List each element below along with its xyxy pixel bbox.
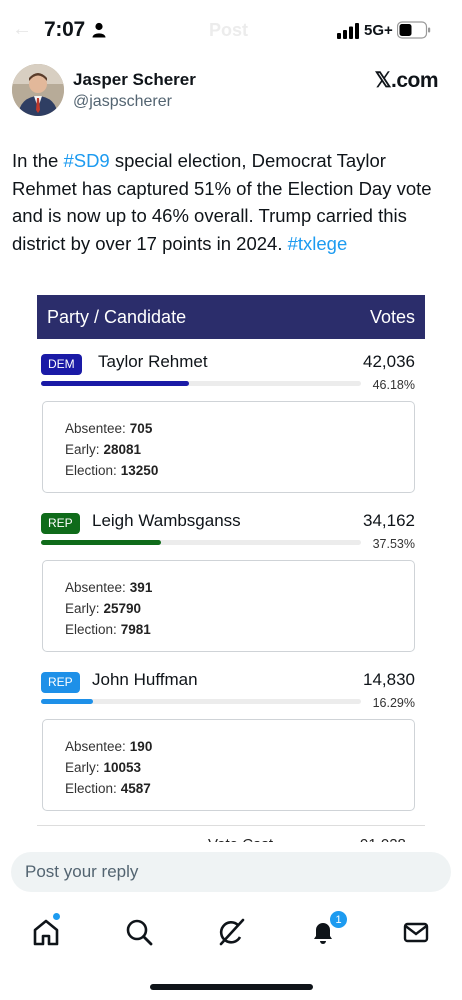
early-row: Early: 25790 (65, 598, 414, 619)
early-value: 25790 (103, 601, 142, 616)
signal-icon (337, 23, 359, 39)
header-party-candidate: Party / Candidate (47, 306, 187, 327)
election-results-card[interactable]: Party / Candidate Votes DEM Taylor Rehme… (37, 295, 425, 826)
election-value: 13250 (120, 463, 159, 478)
election-value: 4587 (120, 781, 151, 796)
candidate-row: REP Leigh Wambsganss 34,162 37.53% (37, 507, 425, 555)
home-unread-dot (53, 913, 60, 920)
home-indicator[interactable] (150, 984, 313, 990)
party-badge: DEM (41, 354, 82, 375)
network-type: 5G+ (364, 22, 393, 39)
avatar-image (12, 64, 64, 116)
absentee-label: Absentee: (65, 739, 126, 754)
author-handle[interactable]: @jaspscherer (73, 93, 172, 111)
election-row: Election: 13250 (65, 460, 414, 481)
search-icon[interactable] (124, 917, 154, 947)
x-com-link[interactable]: 𝕏.com (375, 68, 439, 93)
absentee-value: 190 (129, 739, 153, 754)
absentee-value: 705 (129, 421, 153, 436)
early-row: Early: 28081 (65, 439, 414, 460)
vote-breakdown: Absentee: 705 Early: 28081 Election: 13250 (42, 401, 415, 493)
absentee-row: Absentee: 705 (65, 418, 414, 439)
notification-count-badge: 1 (329, 910, 348, 929)
grok-icon[interactable] (216, 917, 246, 947)
author-avatar[interactable] (12, 64, 64, 116)
status-time: 7:07 (44, 18, 85, 41)
reply-bar: Post your reply (0, 842, 462, 902)
vote-share-fill (41, 699, 94, 704)
absentee-row: Absentee: 391 (65, 577, 414, 598)
results-divider (37, 825, 425, 826)
hashtag-link-txlege[interactable]: #txlege (288, 233, 348, 254)
early-label: Early: (65, 442, 100, 457)
party-badge: REP (41, 513, 80, 534)
header-votes: Votes (369, 306, 415, 327)
home-icon[interactable] (31, 917, 61, 947)
candidate-percent: 37.53% (372, 537, 415, 551)
person-icon (92, 22, 106, 38)
party-badge: REP (41, 672, 80, 693)
election-label: Election: (65, 622, 117, 637)
early-value: 10053 (103, 760, 142, 775)
candidate-percent: 46.18% (372, 378, 415, 392)
candidate-row: REP John Huffman 14,830 16.29% (37, 666, 425, 714)
status-bar: ← 7:07 Post 5G+ (0, 0, 462, 62)
reply-input[interactable]: Post your reply (11, 852, 451, 892)
candidate-percent: 16.29% (372, 696, 415, 710)
candidate-name: Taylor Rehmet (98, 352, 208, 371)
vote-share-bar (41, 699, 361, 704)
absentee-label: Absentee: (65, 580, 126, 595)
author-name[interactable]: Jasper Scherer (73, 70, 196, 90)
election-label: Election: (65, 781, 117, 796)
election-label: Election: (65, 463, 117, 478)
election-row: Election: 4587 (65, 778, 414, 799)
early-row: Early: 10053 (65, 757, 414, 778)
early-label: Early: (65, 760, 100, 775)
vote-share-bar (41, 381, 361, 386)
candidate-votes: 42,036 (363, 352, 415, 371)
candidate-name: John Huffman (92, 670, 198, 689)
back-arrow-icon[interactable]: ← (12, 18, 32, 41)
early-value: 28081 (103, 442, 142, 457)
hashtag-link-sd9[interactable]: #SD9 (63, 150, 109, 171)
absentee-value: 391 (129, 580, 153, 595)
tweet-text-part: In the (12, 150, 64, 171)
bottom-nav (0, 902, 462, 962)
tweet-text: In the #SD9 special election, Democrat T… (12, 147, 454, 257)
header-title: Post (209, 20, 249, 40)
vote-breakdown: Absentee: 190 Early: 10053 Election: 4587 (42, 719, 415, 811)
candidate-votes: 14,830 (363, 670, 415, 689)
candidate-name: Leigh Wambsganss (92, 511, 241, 530)
messages-icon[interactable] (401, 917, 431, 947)
election-row: Election: 7981 (65, 619, 414, 640)
vote-share-fill (41, 381, 189, 386)
results-header: Party / Candidate Votes (37, 295, 425, 339)
vote-share-fill (41, 540, 162, 545)
battery-icon (397, 21, 431, 39)
absentee-label: Absentee: (65, 421, 126, 436)
candidate-votes: 34,162 (363, 511, 415, 530)
election-value: 7981 (120, 622, 151, 637)
absentee-row: Absentee: 190 (65, 736, 414, 757)
candidate-row: DEM Taylor Rehmet 42,036 46.18% (37, 348, 425, 396)
early-label: Early: (65, 601, 100, 616)
vote-share-bar (41, 540, 361, 545)
vote-breakdown: Absentee: 391 Early: 25790 Election: 7981 (42, 560, 415, 652)
